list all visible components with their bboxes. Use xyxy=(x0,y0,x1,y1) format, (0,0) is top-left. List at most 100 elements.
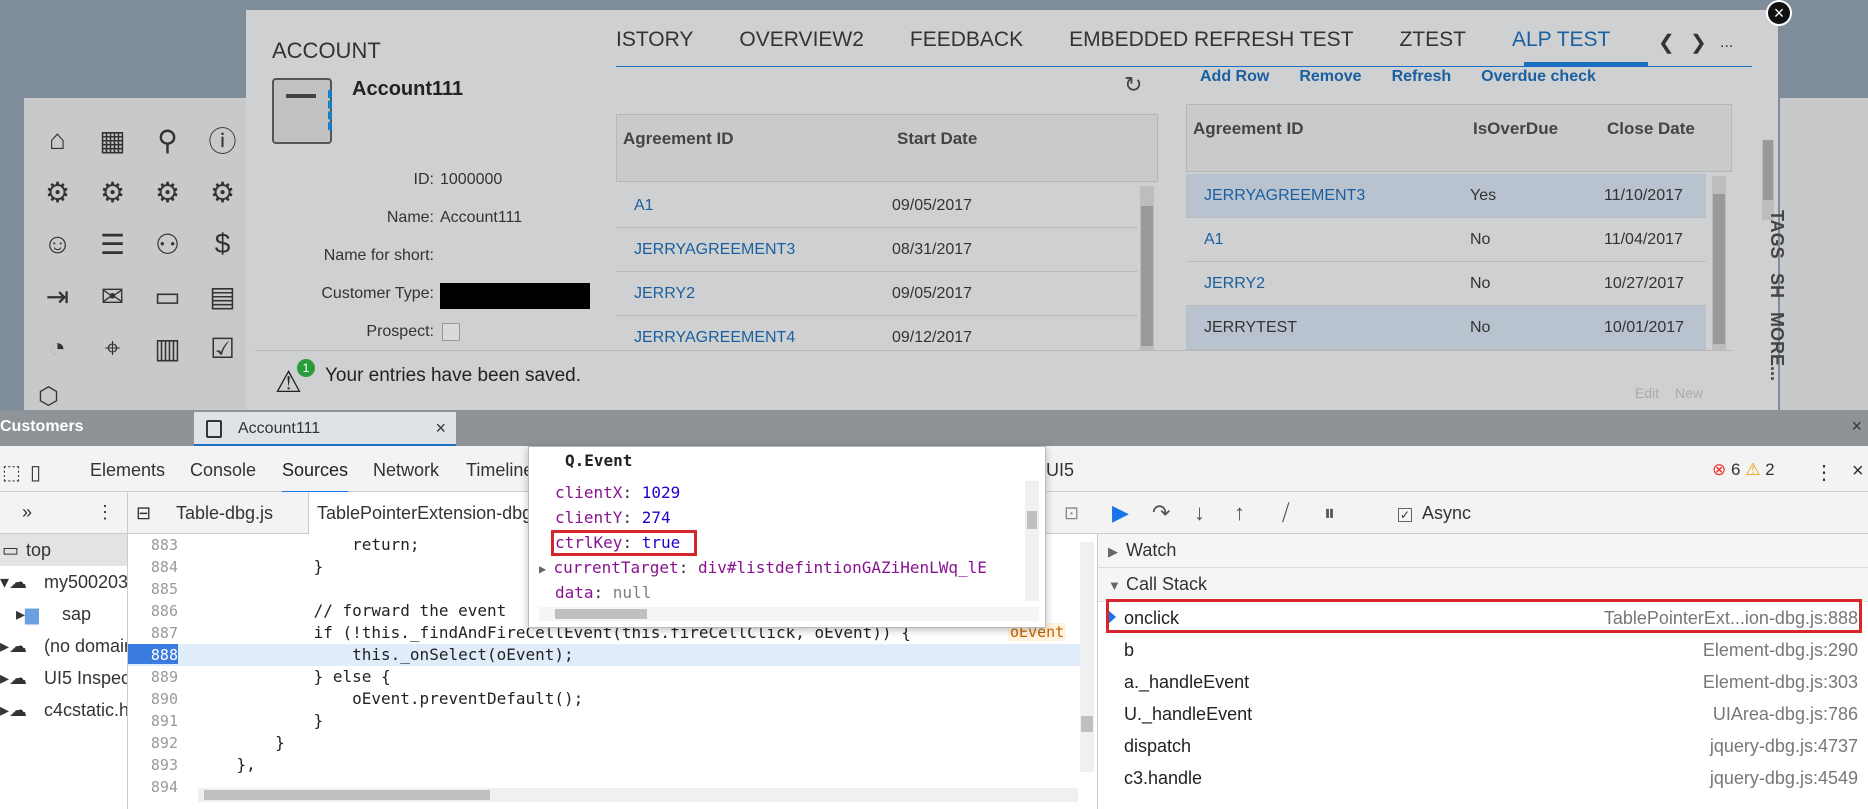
agreement-link[interactable]: JERRYAGREEMENT4 xyxy=(634,329,795,347)
frame-location[interactable]: Element-dbg.js:290 xyxy=(1703,640,1858,661)
step-into-icon[interactable]: ↓ xyxy=(1194,500,1205,526)
page-scrollbar[interactable] xyxy=(1762,140,1774,220)
gear-icon[interactable]: ⚙ xyxy=(195,170,250,214)
resume-icon[interactable]: ▶ xyxy=(1112,500,1129,526)
search-icon[interactable]: ⚲ xyxy=(140,118,195,162)
error-warning-counter[interactable]: ⊗ 6 ⚠ 2 xyxy=(1712,460,1775,480)
gear-icon[interactable]: ⚙ xyxy=(30,170,85,214)
code-line[interactable]: 893 }, xyxy=(128,754,1088,776)
line-number[interactable]: 891 xyxy=(128,710,178,730)
property-row[interactable]: clientY: 274 xyxy=(555,508,671,527)
scrollbar-thumb[interactable] xyxy=(1141,206,1153,346)
kebab-menu-icon[interactable]: ⋮ xyxy=(1814,460,1834,485)
close-icon[interactable]: × xyxy=(1851,416,1862,437)
tree-item-origin[interactable]: ▸☁ (no domain) xyxy=(0,630,127,662)
horizontal-scrollbar[interactable] xyxy=(539,607,1039,621)
more-tabs-icon[interactable]: ... xyxy=(1720,34,1733,52)
horizontal-scrollbar[interactable] xyxy=(198,788,1078,802)
line-number[interactable]: 888 xyxy=(128,644,178,664)
frame-location[interactable]: UIArea-dbg.js:786 xyxy=(1713,704,1858,725)
scrollbar-thumb[interactable] xyxy=(204,790,490,800)
tree-item-folder[interactable]: ▸▆ sap xyxy=(0,598,127,630)
call-frame[interactable]: b Element-dbg.js:290 xyxy=(1098,634,1868,666)
device-mode-icon[interactable]: ▯ xyxy=(30,460,41,485)
toggle-navigator-icon[interactable]: ⊟ xyxy=(136,503,151,524)
tab-ztest[interactable]: ZTEST xyxy=(1399,28,1466,68)
calendar-icon[interactable]: ▦ xyxy=(85,118,140,162)
overdue-check-link[interactable]: Overdue check xyxy=(1481,68,1596,86)
pause-on-exceptions-icon[interactable]: ⏸ xyxy=(1324,500,1335,526)
call-frame[interactable]: dispatch jquery-dbg.js:4737 xyxy=(1098,730,1868,762)
alert-icon[interactable]: ⓘ xyxy=(195,118,250,162)
prospect-checkbox[interactable] xyxy=(442,323,460,341)
agreement-link[interactable]: JERRY2 xyxy=(1204,275,1265,293)
code-line[interactable]: 891 } xyxy=(128,710,1088,732)
checklist-icon[interactable]: ☑ xyxy=(195,326,250,370)
refresh-icon[interactable]: ↻ xyxy=(1124,72,1142,98)
property-row[interactable]: ▶ currentTarget: div#listdefintionGAZiHe… xyxy=(539,558,987,577)
tab-overview2[interactable]: OVERVIEW2 xyxy=(739,28,863,68)
checkbox-checked-icon[interactable]: ✓ xyxy=(1398,508,1412,522)
tab-embedded-refresh-test[interactable]: EMBEDDED REFRESH TEST xyxy=(1069,28,1353,68)
table-row[interactable]: A1 No 11/04/2017 xyxy=(1186,218,1706,262)
line-number[interactable]: 884 xyxy=(128,556,178,576)
panel-console[interactable]: Console xyxy=(190,460,256,481)
invoice-icon[interactable]: ▤ xyxy=(195,274,250,318)
agreement-link[interactable]: JERRY2 xyxy=(634,285,695,303)
edit-button[interactable]: Edit xyxy=(1635,385,1659,401)
column-header[interactable]: Close Date xyxy=(1607,119,1695,139)
scrollbar-thumb[interactable] xyxy=(1027,511,1037,529)
editor-tab-table-dbg[interactable]: Table-dbg.js xyxy=(176,503,273,524)
side-tab-tags[interactable]: TAGS xyxy=(1766,210,1787,259)
chevron-left-icon[interactable]: ❮ xyxy=(1658,30,1675,55)
step-out-icon[interactable]: ↑ xyxy=(1234,500,1245,526)
property-row[interactable]: clientX: 1029 xyxy=(555,483,680,502)
table-cell[interactable]: JERRYTEST xyxy=(1204,319,1297,337)
dollar-icon[interactable]: $ xyxy=(195,222,250,266)
line-number[interactable]: 886 xyxy=(128,600,178,620)
column-header[interactable]: Start Date xyxy=(897,129,977,149)
tree-item-origin[interactable]: ▸☁ UI5 Inspector xyxy=(0,662,127,694)
call-frame[interactable]: a._handleEvent Element-dbg.js:303 xyxy=(1098,666,1868,698)
refresh-link[interactable]: Refresh xyxy=(1392,68,1452,86)
line-number[interactable]: 887 xyxy=(128,622,178,642)
map-icon[interactable]: ⌖ xyxy=(85,326,140,370)
close-icon[interactable]: × xyxy=(435,418,446,439)
gear-icon[interactable]: ⚙ xyxy=(85,170,140,214)
table-row[interactable]: JERRYTEST No 10/01/2017 xyxy=(1186,306,1706,350)
line-number[interactable]: 883 xyxy=(128,534,178,554)
side-tab-more[interactable]: MORE... xyxy=(1766,312,1787,381)
line-number[interactable]: 893 xyxy=(128,754,178,774)
table-row[interactable]: JERRY2 09/05/2017 xyxy=(616,272,1138,316)
tree-item-top[interactable]: ▭ top xyxy=(0,534,127,566)
tab-account111[interactable]: Account111 × xyxy=(194,412,456,446)
call-frame[interactable]: c3.handle jquery-dbg.js:4549 xyxy=(1098,762,1868,794)
gear-icon[interactable]: ⚙ xyxy=(140,170,195,214)
payment-icon[interactable]: ⇥ xyxy=(30,274,85,318)
tab-customers[interactable]: Customers xyxy=(0,410,190,446)
deactivate-breakpoints-icon[interactable]: ⧸ xyxy=(1282,500,1289,526)
vertical-scrollbar[interactable] xyxy=(1025,481,1039,601)
remove-link[interactable]: Remove xyxy=(1299,68,1361,86)
toggle-debugger-icon[interactable]: ⊡ xyxy=(1064,503,1079,524)
agreement-link[interactable]: A1 xyxy=(634,197,654,215)
agreement-link[interactable]: A1 xyxy=(1204,231,1224,249)
line-number[interactable]: 890 xyxy=(128,688,178,708)
async-toggle[interactable]: ✓ Async xyxy=(1398,503,1471,524)
close-icon[interactable]: × xyxy=(1766,0,1792,26)
user-icon[interactable]: ☺ xyxy=(30,222,85,266)
scrollbar-thumb[interactable] xyxy=(1713,194,1725,344)
contact-list-icon[interactable]: ☰ xyxy=(85,222,140,266)
agreement-link[interactable]: JERRYAGREEMENT3 xyxy=(634,241,795,259)
inspect-icon[interactable]: ⬚ xyxy=(2,460,21,485)
watch-section-header[interactable]: ▶ Watch xyxy=(1098,534,1868,568)
new-button[interactable]: New xyxy=(1675,385,1703,401)
tab-feedback[interactable]: FEEDBACK xyxy=(910,28,1023,68)
cube-icon[interactable]: ⬡ xyxy=(38,382,59,411)
frame-location[interactable]: Element-dbg.js:303 xyxy=(1703,672,1858,693)
vertical-scrollbar[interactable] xyxy=(1080,542,1094,772)
code-line[interactable]: 890 oEvent.preventDefault(); xyxy=(128,688,1088,710)
property-row[interactable]: data: null xyxy=(555,583,651,602)
kebab-menu-icon[interactable]: ⋮ xyxy=(96,502,114,523)
scrollbar-thumb[interactable] xyxy=(555,609,647,619)
